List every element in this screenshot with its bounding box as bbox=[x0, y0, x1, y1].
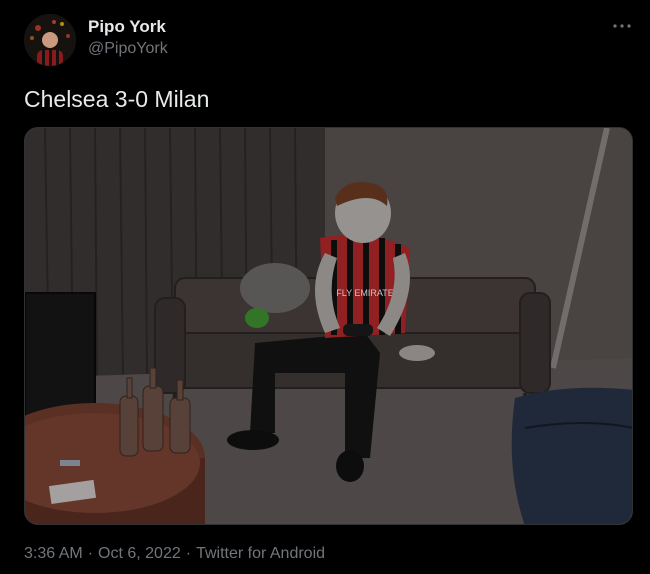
meta-separator: · bbox=[185, 545, 192, 562]
tweet: Pipo York @PipoYork Chelsea 3-0 Milan FL… bbox=[0, 0, 650, 574]
tweet-time[interactable]: 3:36 AM bbox=[24, 545, 83, 562]
tweet-text: Chelsea 3-0 Milan bbox=[24, 86, 210, 112]
media-illustration: FLY EMIRATES bbox=[25, 128, 632, 524]
meta-separator: · bbox=[87, 545, 94, 562]
tweet-media-image[interactable]: FLY EMIRATES bbox=[24, 127, 633, 525]
display-name[interactable]: Pipo York bbox=[88, 17, 166, 37]
avatar[interactable] bbox=[24, 14, 76, 66]
tweet-metadata: 3:36 AM · Oct 6, 2022 · Twitter for Android bbox=[24, 545, 325, 563]
avatar-image bbox=[24, 14, 76, 66]
more-dots bbox=[613, 24, 631, 28]
user-handle[interactable]: @PipoYork bbox=[88, 40, 168, 58]
tweet-date[interactable]: Oct 6, 2022 bbox=[98, 545, 181, 562]
tweet-source[interactable]: Twitter for Android bbox=[196, 545, 325, 562]
more-icon[interactable] bbox=[610, 16, 634, 36]
